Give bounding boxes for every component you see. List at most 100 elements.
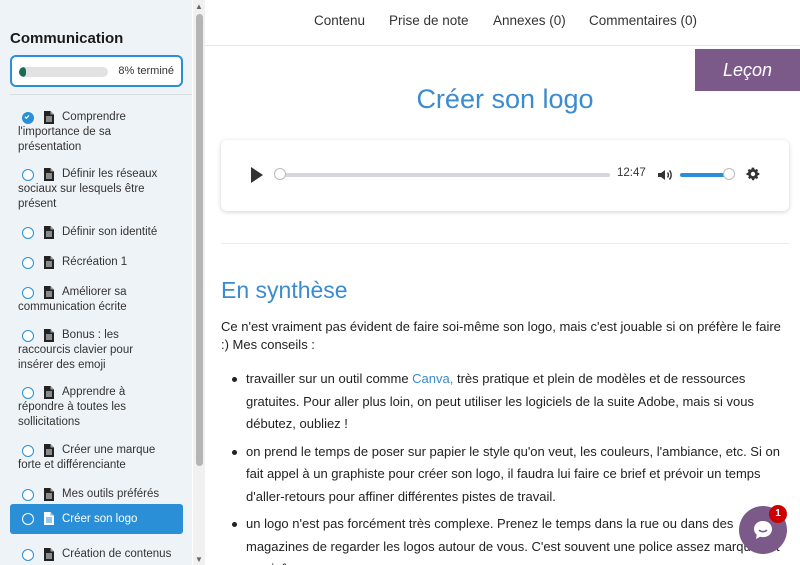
progress-fill xyxy=(19,67,27,77)
sidebar-lesson-item[interactable]: Améliorer sa communication écrite xyxy=(10,285,183,315)
lesson-label: Création de contenus xyxy=(10,547,183,562)
document-icon xyxy=(44,548,54,561)
lesson-label-line: Création de contenus xyxy=(62,548,172,560)
scroll-down-arrow-icon[interactable]: ▼ xyxy=(195,555,203,564)
lesson-label: Définir son identité xyxy=(10,225,183,240)
advice-text: travailler sur un outil comme xyxy=(246,371,413,386)
lesson-sidebar: Communication 8% terminé Comprendre l'imp… xyxy=(0,0,192,565)
duration-label: 12:47 xyxy=(617,167,646,179)
lesson-label-line: forte et différenciante xyxy=(18,459,126,471)
advice-item: on prend le temps de poser sur papier le… xyxy=(230,441,790,509)
sidebar-lesson-item[interactable]: Apprendre à répondre à toutes les sollicit… xyxy=(10,385,183,430)
document-icon xyxy=(44,444,54,457)
lesson-label-line: Comprendre xyxy=(62,111,126,123)
circle-icon xyxy=(22,257,34,269)
lesson-label: Comprendre l'importance de sa présentation xyxy=(10,110,183,155)
course-title: Communication xyxy=(10,30,124,47)
scroll-up-arrow-icon[interactable]: ▲ xyxy=(195,2,203,11)
scrollbar-thumb[interactable] xyxy=(196,14,203,466)
lesson-label-line: communication écrite xyxy=(18,301,127,313)
circle-icon xyxy=(22,387,34,399)
progress-label: 8% terminé xyxy=(118,65,174,77)
lesson-label-line: répondre à toutes les xyxy=(18,401,127,413)
sidebar-lesson-item[interactable]: Définir les réseaux sociaux sur lesquels … xyxy=(10,167,183,212)
advice-text: un logo n'est pas forcément très complex… xyxy=(246,516,780,565)
sidebar-lesson-item[interactable]: Mes outils préférés xyxy=(10,487,183,502)
lesson-label-line: Définir son identité xyxy=(62,226,158,238)
document-icon xyxy=(44,168,54,181)
lesson-label-line: l'importance de sa xyxy=(18,126,111,138)
chat-bubble-icon[interactable] xyxy=(751,518,775,542)
sidebar-lesson-item[interactable]: Créer son logo xyxy=(10,504,183,534)
lesson-label-line: Bonus : les xyxy=(62,329,119,341)
notification-badge: 1 xyxy=(769,505,787,523)
lesson-label: Bonus : les raccourcis clavier pour insére… xyxy=(10,328,183,373)
advice-list: travailler sur un outil comme Canva, trè… xyxy=(230,368,790,565)
lesson-label: Créer une marque forte et différenciante xyxy=(10,443,183,473)
document-icon xyxy=(44,329,54,342)
document-icon xyxy=(44,488,54,501)
circle-icon xyxy=(22,445,34,457)
document-icon xyxy=(44,386,54,399)
lesson-label-line: Apprendre à xyxy=(62,386,126,398)
progress-bar xyxy=(19,67,108,77)
section-title: En synthèse xyxy=(221,277,348,303)
lesson-label: Définir les réseaux sociaux sur lesquels … xyxy=(10,167,183,212)
lesson-label-line: Définir les réseaux xyxy=(62,168,158,180)
volume-handle[interactable] xyxy=(723,168,735,180)
lesson-label-line: présentation xyxy=(18,141,82,153)
document-icon xyxy=(44,226,54,239)
lesson-label: Améliorer sa communication écrite xyxy=(10,285,183,315)
sidebar-divider xyxy=(10,94,192,95)
canva-link[interactable]: Canva, xyxy=(412,371,453,386)
sidebar-lesson-item[interactable]: Création de contenus xyxy=(10,547,183,562)
tab-commentaires[interactable]: Commentaires (0) xyxy=(589,13,697,28)
circle-icon xyxy=(22,330,34,342)
course-progress: 8% terminé xyxy=(10,55,183,87)
sidebar-lesson-item[interactable]: Créer une marque forte et différenciante xyxy=(10,443,183,473)
lesson-label-line: sociaux sur lesquels être xyxy=(18,183,145,195)
document-icon xyxy=(44,256,54,269)
seek-handle[interactable] xyxy=(274,168,286,180)
circle-icon xyxy=(22,169,34,181)
check-circle-icon xyxy=(22,112,34,124)
seek-bar[interactable] xyxy=(279,173,610,177)
lesson-label: Récréation 1 xyxy=(10,255,183,270)
sidebar-lesson-item[interactable]: Définir son identité xyxy=(10,225,183,240)
lesson-label-line: sollicitations xyxy=(18,416,80,428)
document-icon xyxy=(44,111,54,124)
lesson-label-line: Créer son logo xyxy=(62,513,138,525)
sidebar-lesson-item[interactable]: Récréation 1 xyxy=(10,255,183,270)
circle-icon xyxy=(22,513,34,525)
page-title: Créer son logo xyxy=(416,84,594,114)
lesson-label-line: insérer des emoji xyxy=(18,359,106,371)
lesson-label-line: Améliorer sa xyxy=(62,286,127,298)
lesson-label-line: présent xyxy=(18,198,57,210)
lesson-label: Mes outils préférés xyxy=(10,487,183,502)
lesson-label-line: Mes outils préférés xyxy=(62,488,160,500)
tab-contenu[interactable]: Contenu xyxy=(314,13,365,28)
lesson-label-line: Récréation 1 xyxy=(62,256,128,268)
lesson-label: Apprendre à répondre à toutes les sollicit… xyxy=(10,385,183,430)
advice-item: travailler sur un outil comme Canva, trè… xyxy=(230,368,790,436)
advice-item: un logo n'est pas forcément très complex… xyxy=(230,513,790,565)
sidebar-lesson-item[interactable]: Bonus : les raccourcis clavier pour insére… xyxy=(10,328,183,373)
lesson-label: Créer son logo xyxy=(10,512,183,527)
audio-player: 12:47 xyxy=(221,140,789,211)
document-icon xyxy=(44,512,54,525)
advice-text: on prend le temps de poser sur papier le… xyxy=(246,443,780,504)
intro-paragraph: Ce n'est vraiment pas évident de faire s… xyxy=(221,319,781,352)
circle-icon xyxy=(22,287,34,299)
circle-icon xyxy=(22,227,34,239)
play-icon[interactable] xyxy=(251,167,263,183)
circle-icon xyxy=(22,489,34,501)
volume-slider[interactable] xyxy=(680,173,728,177)
sidebar-lesson-item[interactable]: Comprendre l'importance de sa présentation xyxy=(10,110,183,155)
content-tabs: Contenu Prise de note Annexes (0) Commen… xyxy=(205,0,800,46)
volume-icon[interactable] xyxy=(657,167,673,183)
gear-icon[interactable] xyxy=(745,166,761,182)
tab-annexes[interactable]: Annexes (0) xyxy=(493,13,566,28)
content-divider xyxy=(221,243,789,244)
lesson-label-line: raccourcis clavier pour xyxy=(18,344,134,356)
tab-prise-de-note[interactable]: Prise de note xyxy=(389,13,469,28)
